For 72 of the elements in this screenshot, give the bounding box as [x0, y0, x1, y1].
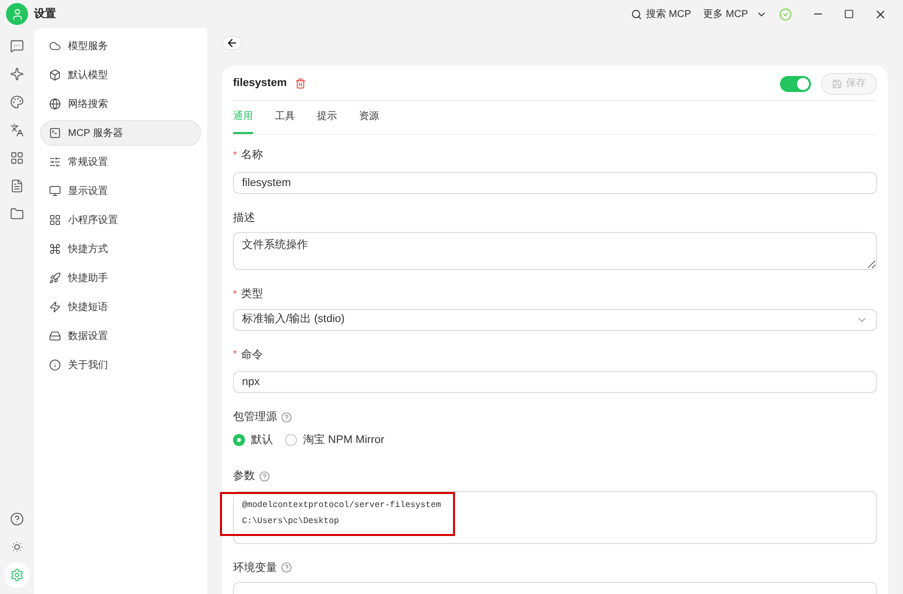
- sliders-icon: [49, 156, 61, 168]
- field-label: 名称: [240, 148, 263, 163]
- cloud-icon: [49, 40, 61, 52]
- field-label: 描述: [233, 210, 255, 226]
- translate-icon: [10, 123, 24, 137]
- argument-line: C:\Users\pc\Desktop: [242, 514, 340, 528]
- sidebar-item[interactable]: 快捷方式: [40, 236, 201, 262]
- text-field[interactable]: filesystem: [233, 172, 877, 194]
- status-check-icon[interactable]: [779, 8, 792, 20]
- delete-icon[interactable]: [294, 78, 306, 89]
- document-icon: [10, 179, 24, 193]
- terminal-icon: [49, 127, 61, 139]
- arguments-field[interactable]: @modelcontextprotocol/server-filesystem C:\Users\pc\Desktop: [233, 490, 877, 544]
- type-select[interactable]: 标准输入/输出 (stdio): [233, 308, 877, 330]
- command-icon: [49, 243, 61, 255]
- window-title: 设置: [34, 6, 56, 22]
- required-mark: *: [233, 348, 237, 362]
- sidebar-item[interactable]: 模型服务: [40, 33, 201, 59]
- grid-icon: [49, 214, 61, 226]
- help-icon[interactable]: [281, 412, 292, 423]
- required-mark: *: [233, 288, 237, 302]
- sidebar-item[interactable]: 小程序设置: [40, 207, 201, 233]
- help-icon[interactable]: [259, 470, 270, 482]
- search-mcp-button[interactable]: 搜索 MCP: [631, 6, 691, 22]
- field-label: 命令: [240, 348, 263, 362]
- monitor-icon: [49, 185, 61, 197]
- sidebar-item[interactable]: 常规设置: [40, 149, 201, 175]
- palette-icon: [10, 95, 24, 109]
- settings-icon: [10, 568, 24, 582]
- chat-icon: [10, 39, 24, 53]
- tab[interactable]: 资源: [359, 109, 379, 134]
- grid-icon: [10, 151, 24, 165]
- sidebar-item[interactable]: 关于我们: [40, 352, 201, 378]
- argument-line: @modelcontextprotocol/server-filesystem: [242, 498, 442, 512]
- rocket-icon: [49, 272, 61, 284]
- field-label: 环境变量: [233, 560, 277, 576]
- arrow-left-icon: [226, 37, 238, 49]
- tab[interactable]: 工具: [275, 109, 295, 134]
- sidebar-item[interactable]: 数据设置: [40, 323, 201, 349]
- cube-icon: [49, 69, 61, 81]
- field-label: 参数: [233, 469, 255, 484]
- text-field[interactable]: npx: [233, 371, 877, 393]
- back-button[interactable]: [222, 36, 242, 50]
- sidebar-item[interactable]: 快捷短语: [40, 294, 201, 320]
- field-label: 类型: [240, 287, 263, 302]
- save-icon: [832, 78, 842, 88]
- help-icon: [10, 512, 24, 526]
- required-mark: *: [233, 148, 237, 163]
- sidebar-item[interactable]: 网络搜索: [40, 91, 201, 117]
- folder-icon: [10, 207, 24, 221]
- more-mcp-button[interactable]: 更多 MCP: [703, 6, 767, 22]
- sidebar-item[interactable]: 默认模型: [40, 62, 201, 88]
- help-icon[interactable]: [281, 562, 292, 574]
- field-label: 包管理源: [233, 410, 277, 425]
- sidebar-item[interactable]: 快捷助手: [40, 265, 201, 291]
- tab[interactable]: 提示: [317, 109, 337, 134]
- sidebar-item[interactable]: MCP 服务器: [40, 120, 201, 146]
- user-icon: [10, 8, 24, 20]
- enable-switch[interactable]: [780, 76, 811, 92]
- sparkle-icon: [10, 67, 24, 81]
- radio-option[interactable]: 淘宝 NPM Mirror: [285, 432, 384, 448]
- server-name: filesystem: [233, 76, 287, 92]
- sidebar-item[interactable]: 显示设置: [40, 178, 201, 204]
- description-field[interactable]: 文件系统操作: [233, 232, 877, 270]
- radio-option[interactable]: 默认: [233, 432, 273, 448]
- globe-icon: [49, 98, 61, 110]
- drive-icon: [49, 330, 61, 342]
- close-icon[interactable]: [874, 8, 887, 20]
- lightning-icon: [49, 301, 61, 313]
- info-icon: [49, 359, 61, 371]
- search-icon: [631, 8, 642, 20]
- maximize-icon[interactable]: [844, 9, 854, 19]
